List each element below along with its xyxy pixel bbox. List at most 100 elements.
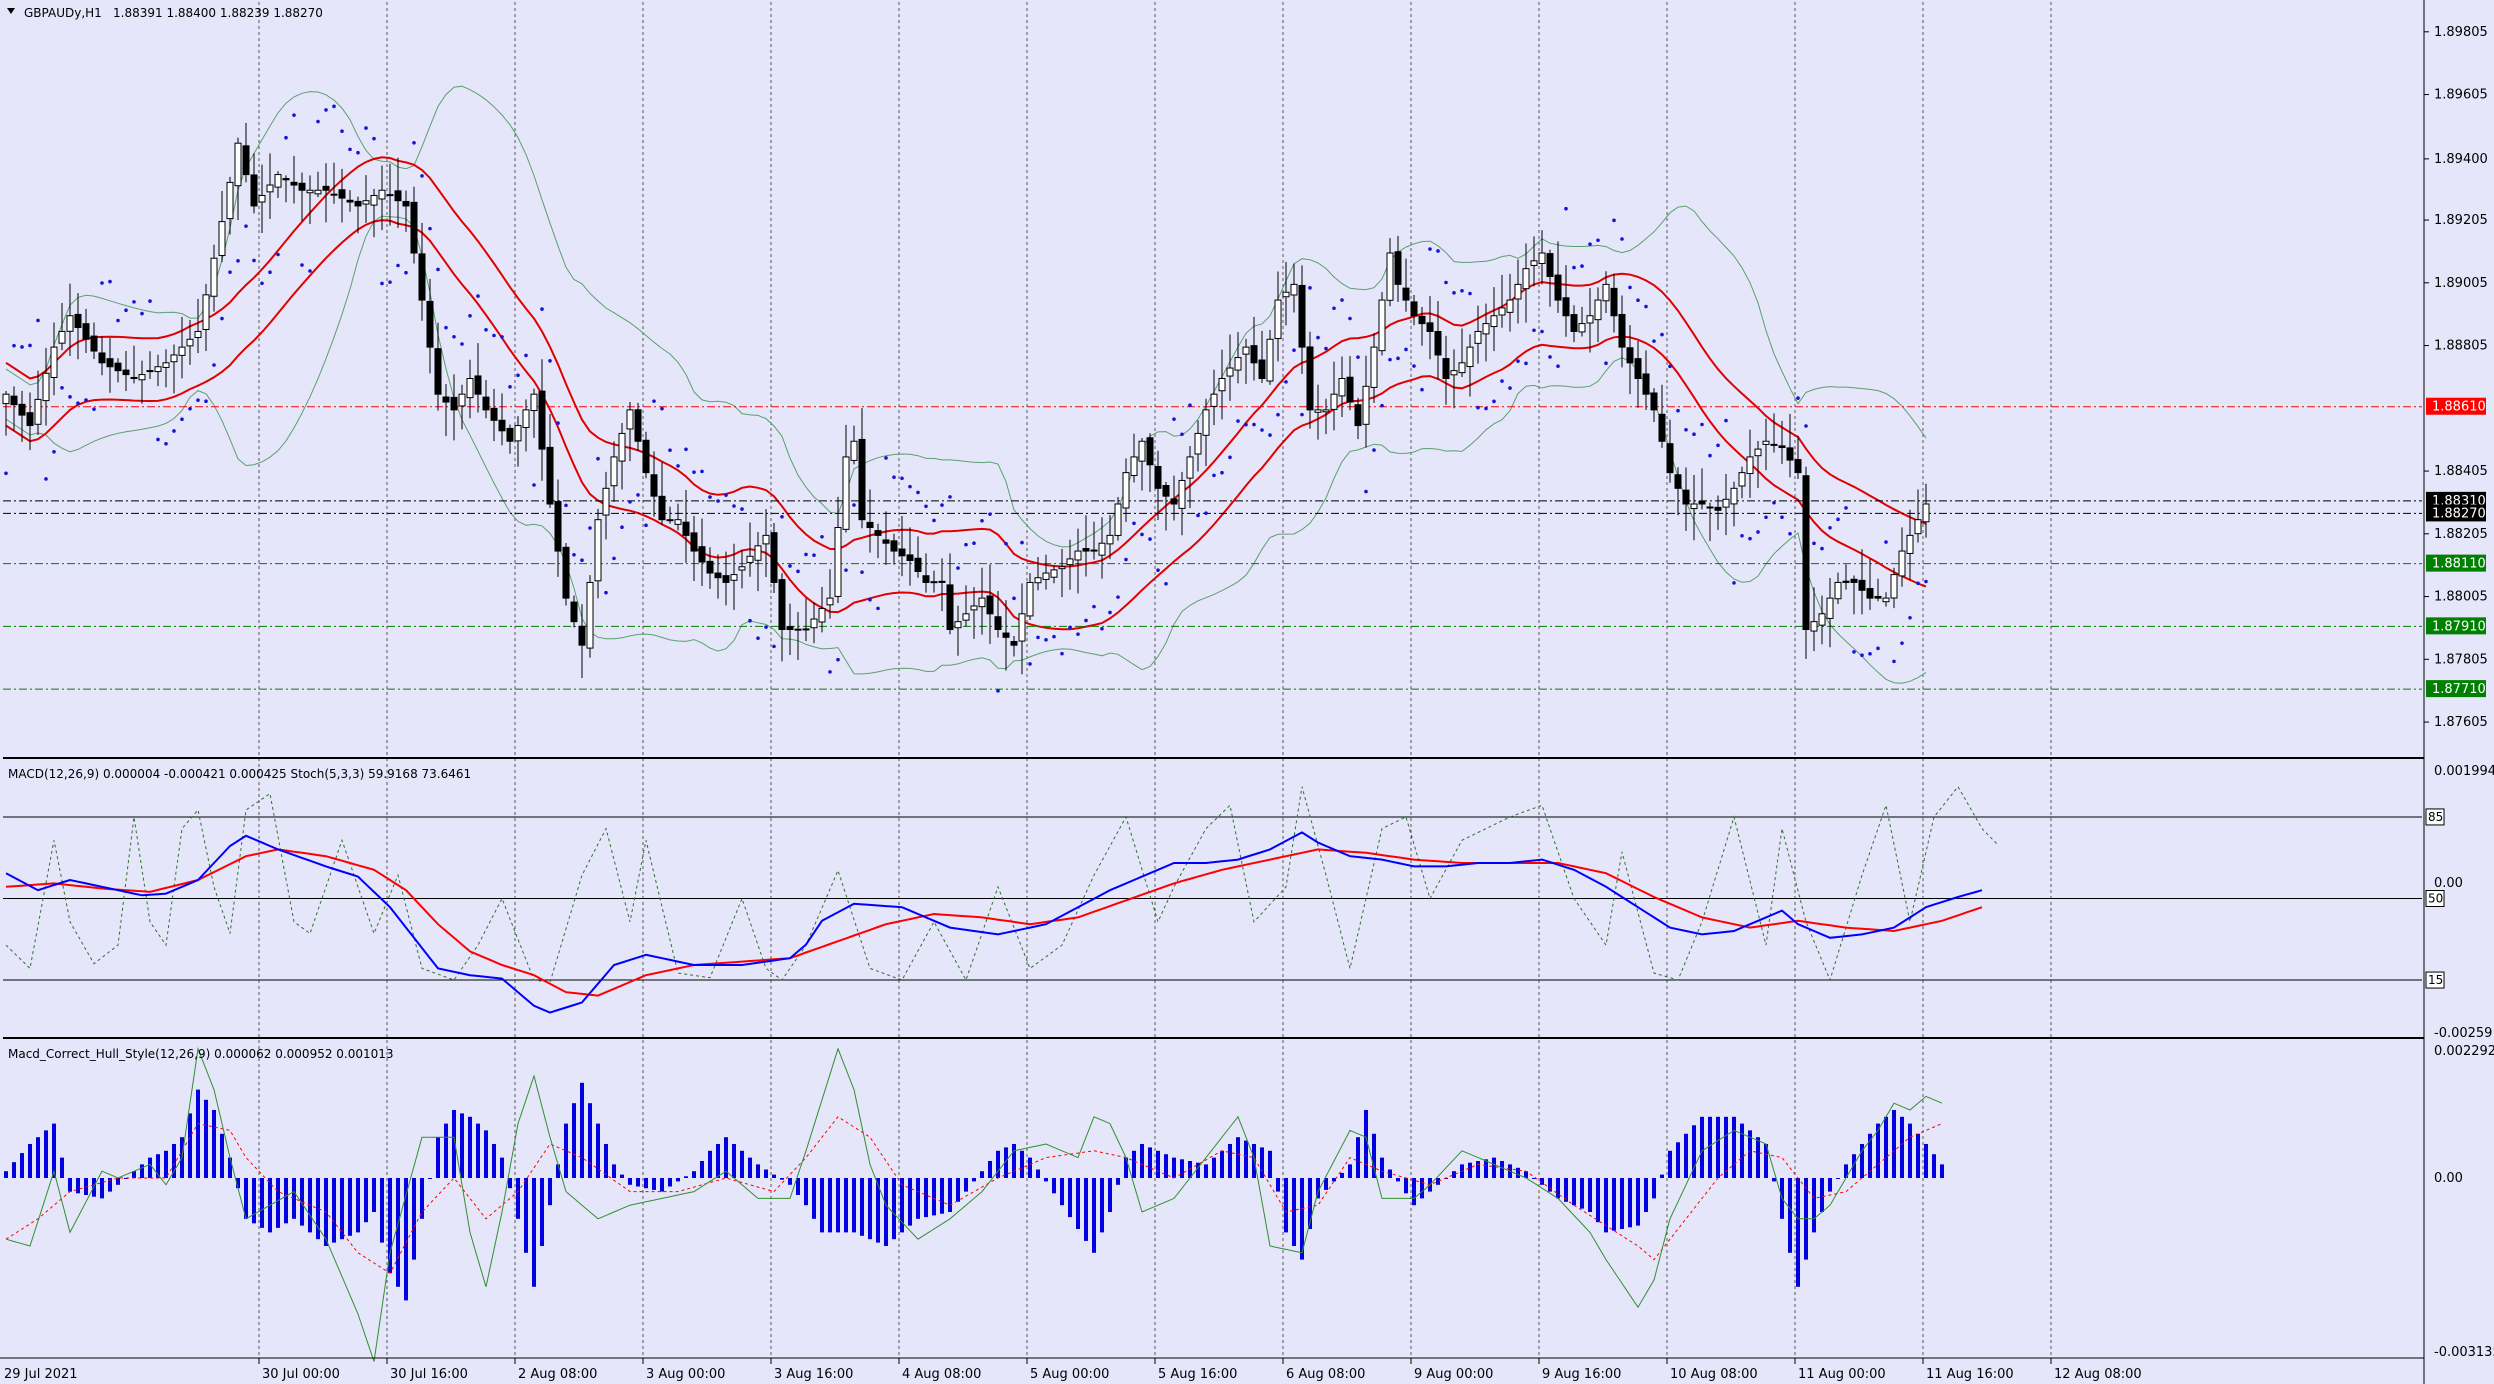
psar-dot: [1196, 513, 1200, 518]
candle-body: [194, 330, 202, 339]
y-tick-label: 1.88205: [2434, 527, 2488, 542]
hull-tick-label: -0.003135: [2434, 1345, 2494, 1360]
psar-dot: [228, 270, 232, 274]
psar-dot: [1132, 521, 1136, 526]
psar-dot: [1660, 332, 1664, 337]
psar-dot: [1172, 417, 1176, 421]
psar-dot: [1668, 364, 1672, 369]
psar-dot: [460, 342, 464, 346]
psar-dot: [1252, 422, 1256, 427]
hist-bar: [468, 1116, 472, 1178]
hist-bar: [892, 1178, 896, 1240]
hist-bar: [116, 1178, 120, 1185]
hist-bar: [1012, 1144, 1016, 1178]
candle-body: [170, 354, 178, 363]
candle-body: [554, 501, 562, 552]
candle-body: [1402, 287, 1410, 301]
hist-bar: [1452, 1171, 1456, 1178]
candle-body: [322, 185, 330, 191]
psar-dot: [132, 300, 136, 304]
psar-dot: [444, 325, 448, 330]
psar-dot: [524, 353, 528, 358]
psar-dot: [636, 493, 640, 497]
hist-bar: [492, 1144, 496, 1178]
candle-body: [130, 376, 138, 379]
candle-body: [1858, 579, 1866, 591]
candle-body: [1010, 641, 1018, 646]
psar-dot: [516, 373, 520, 378]
psar-dot: [692, 470, 696, 474]
hist-bar: [1156, 1150, 1160, 1178]
hist-bar: [1092, 1178, 1096, 1253]
psar-dot: [772, 644, 776, 649]
psar-dot: [812, 553, 816, 558]
hist-bar: [828, 1178, 832, 1233]
price-level-label: 1.88110: [2432, 557, 2486, 572]
candle-body: [1458, 362, 1466, 374]
psar-dot: [756, 636, 760, 640]
candle-body: [474, 375, 482, 395]
hist-bar: [1740, 1123, 1744, 1178]
psar-dot: [172, 429, 176, 433]
psar-dot: [1876, 646, 1880, 651]
hist-bar: [780, 1178, 784, 1180]
hist-bar: [1660, 1174, 1664, 1178]
psar-dot: [1900, 641, 1904, 645]
hist-bar: [1396, 1178, 1400, 1182]
candle-body: [1394, 251, 1402, 285]
candle-body: [50, 346, 58, 378]
candle-body: [1706, 506, 1714, 509]
candle-body: [1914, 519, 1922, 535]
psar-dot: [420, 174, 424, 178]
hist-bar: [1284, 1178, 1288, 1233]
hist-bar: [740, 1150, 744, 1178]
psar-dot: [1020, 540, 1024, 545]
hist-bar: [1708, 1116, 1712, 1178]
candle-body: [1722, 498, 1730, 508]
psar-dot: [1892, 659, 1896, 664]
y-tick-label: 1.89005: [2434, 276, 2488, 291]
candle-body: [154, 366, 162, 373]
hist-bar: [1892, 1110, 1896, 1178]
x-tick-label: 12 Aug 08:00: [2054, 1367, 2142, 1382]
candle-body: [1850, 578, 1858, 583]
psar-dot: [804, 552, 808, 557]
candle-body: [890, 540, 898, 552]
hist-bar: [860, 1178, 864, 1236]
psar-dot: [1724, 418, 1728, 423]
hist-bar: [1908, 1123, 1912, 1178]
psar-dot: [188, 406, 192, 411]
candle-body: [522, 409, 530, 429]
psar-dot: [1924, 579, 1928, 584]
psar-dot: [44, 477, 48, 481]
candle-body: [1178, 479, 1186, 509]
hist-bar: [732, 1144, 736, 1178]
candle-body: [1826, 597, 1834, 619]
psar-dot: [1500, 379, 1504, 383]
psar-dot: [1556, 364, 1560, 368]
hist-bar: [1292, 1178, 1296, 1246]
psar-dot: [148, 299, 152, 303]
price-level-label: 1.88270: [2432, 506, 2486, 521]
psar-dot: [1588, 242, 1592, 246]
psar-dot: [1460, 289, 1464, 293]
psar-dot: [76, 401, 80, 405]
hist-bar: [148, 1157, 152, 1178]
candle-body: [1106, 534, 1114, 545]
psar-dot: [164, 441, 168, 446]
candle-body: [1482, 323, 1490, 335]
psar-dot: [36, 318, 40, 323]
candle-body: [610, 456, 618, 487]
candle-body: [1490, 315, 1498, 328]
psar-dot: [428, 226, 432, 231]
hist-bar: [1268, 1150, 1272, 1178]
psar-dot: [196, 398, 200, 402]
psar-dot: [668, 448, 672, 453]
psar-dot: [1844, 506, 1848, 510]
hist-bar: [396, 1178, 400, 1287]
x-tick-label: 11 Aug 16:00: [1926, 1367, 2014, 1382]
hist-bar: [956, 1178, 960, 1202]
x-tick-label: 5 Aug 16:00: [1158, 1367, 1237, 1382]
hist-bar: [1100, 1178, 1104, 1233]
candle-body: [786, 626, 794, 631]
